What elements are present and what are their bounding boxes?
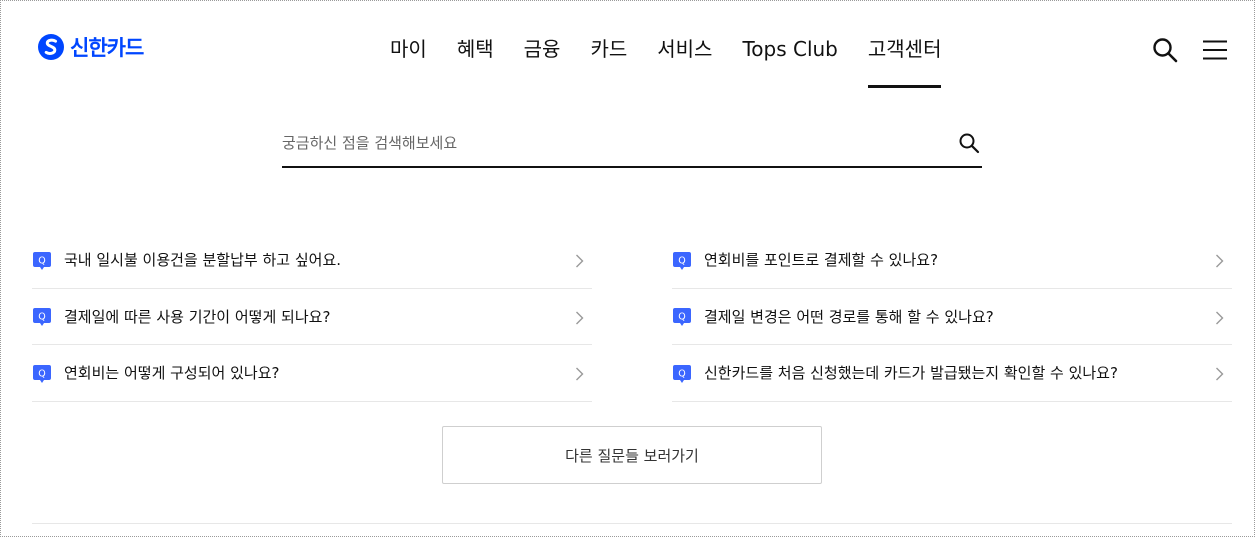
faq-list-right: Q 연회비를 포인트로 결제할 수 있나요? Q 결제일 변경은 어떤 경로를 … [672, 232, 1232, 402]
svg-text:Q: Q [678, 312, 685, 323]
logo-text: 신한카드 [70, 36, 144, 60]
nav-item-benefits[interactable]: 혜택 [442, 0, 509, 88]
faq-list-left: Q 국내 일시불 이용건을 분할납부 하고 싶어요. Q 결제일에 따른 사용 … [32, 232, 592, 402]
chevron-right-icon [576, 254, 584, 268]
search-input[interactable] [282, 124, 932, 162]
shinhan-card-logo[interactable]: 신한카드 [37, 32, 144, 62]
question-badge-icon: Q [33, 364, 51, 383]
faq-question: 결제일 변경은 어떤 경로를 통해 할 수 있나요? [704, 307, 994, 326]
faq-question: 국내 일시불 이용건을 분할납부 하고 싶어요. [64, 251, 342, 270]
faq-item[interactable]: Q 국내 일시불 이용건을 분할납부 하고 싶어요. [32, 232, 592, 289]
search-submit-icon[interactable] [958, 132, 980, 154]
nav-item-customer-center[interactable]: 고객센터 [853, 0, 957, 88]
faq-item[interactable]: Q 연회비는 어떻게 구성되어 있나요? [32, 345, 592, 402]
faq-question: 연회비는 어떻게 구성되어 있나요? [64, 364, 280, 383]
chevron-right-icon [1216, 311, 1224, 324]
faq-item[interactable]: Q 연회비를 포인트로 결제할 수 있나요? [672, 232, 1232, 289]
nav-item-card[interactable]: 카드 [575, 0, 642, 88]
faq-item[interactable]: Q 신한카드를 처음 신청했는데 카드가 발급됐는지 확인할 수 있나요? [672, 345, 1232, 402]
hamburger-menu-icon[interactable] [1202, 37, 1228, 63]
search-icon[interactable] [1152, 37, 1178, 63]
faq-question: 신한카드를 처음 신청했는데 카드가 발급됐는지 확인할 수 있나요? [704, 364, 1118, 383]
chevron-right-icon [576, 367, 584, 381]
faq-question: 결제일에 따른 사용 기간이 어떻게 되나요? [64, 307, 331, 326]
more-questions-button[interactable]: 다른 질문들 보러가기 [442, 426, 822, 484]
question-badge-icon: Q [673, 251, 691, 270]
nav-item-my[interactable]: 마이 [375, 0, 442, 88]
svg-text:Q: Q [38, 368, 45, 379]
svg-text:Q: Q [38, 255, 45, 266]
faq-item[interactable]: Q 결제일 변경은 어떤 경로를 통해 할 수 있나요? [672, 289, 1232, 345]
question-badge-icon: Q [673, 308, 691, 327]
chevron-right-icon [1216, 254, 1224, 268]
chevron-right-icon [576, 311, 584, 324]
faq-question: 연회비를 포인트로 결제할 수 있나요? [704, 251, 939, 270]
faq-search-bar [282, 124, 982, 168]
shinhan-logo-icon [38, 34, 64, 60]
question-badge-icon: Q [33, 308, 51, 327]
nav-item-tops-club[interactable]: Tops Club [727, 0, 852, 88]
svg-text:Q: Q [678, 368, 685, 379]
question-badge-icon: Q [33, 251, 51, 270]
nav-item-finance[interactable]: 금융 [509, 0, 576, 88]
svg-text:Q: Q [678, 255, 685, 266]
faq-item[interactable]: Q 결제일에 따른 사용 기간이 어떻게 되나요? [32, 289, 592, 345]
main-navigation: 마이 혜택 금융 카드 서비스 Tops Club 고객센터 [375, 0, 956, 88]
section-divider [32, 523, 1232, 524]
chevron-right-icon [1216, 367, 1224, 381]
svg-text:Q: Q [38, 312, 45, 323]
nav-item-service[interactable]: 서비스 [642, 0, 727, 88]
question-badge-icon: Q [673, 364, 691, 383]
